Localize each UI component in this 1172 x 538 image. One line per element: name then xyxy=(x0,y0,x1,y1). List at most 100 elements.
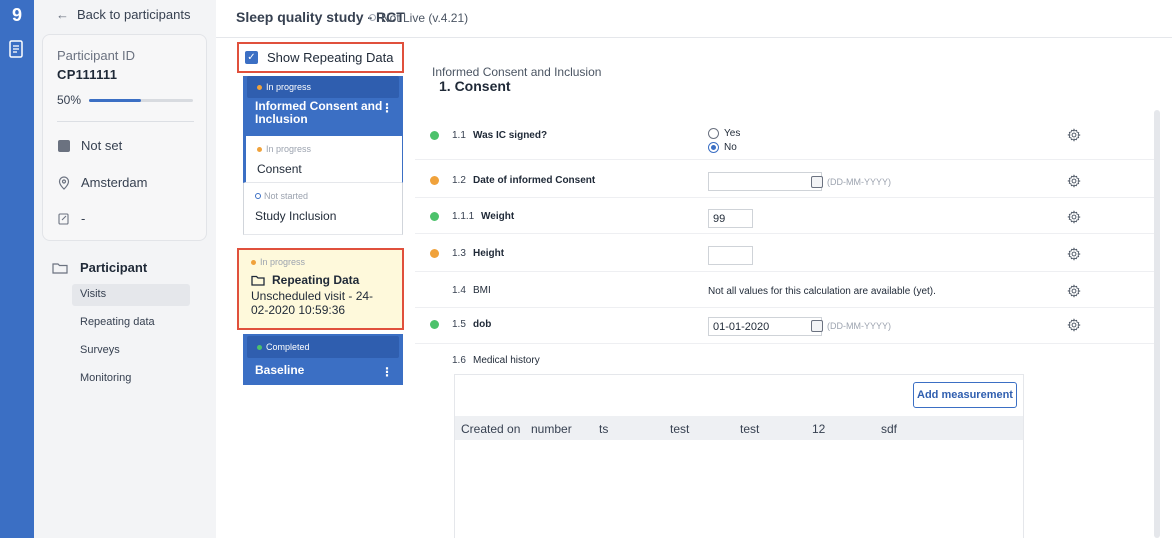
participant-card: Participant ID CP111111 50% Not set Amst… xyxy=(42,34,207,241)
more-options-icon[interactable]: ⋮ xyxy=(381,102,393,115)
field-label: Weight xyxy=(481,211,515,222)
dob-input[interactable]: 01-01-2020 xyxy=(708,317,822,336)
repeating-title-text: Repeating Data xyxy=(272,273,360,287)
gear-icon[interactable] xyxy=(1067,174,1081,188)
date-consent-input[interactable] xyxy=(708,172,822,191)
field-label: BMI xyxy=(473,285,491,296)
nav-item-surveys[interactable]: Surveys xyxy=(72,340,190,362)
status-badge: Completed xyxy=(247,336,399,358)
step-group-informed-consent[interactable]: In progress Informed Consent and Inclusi… xyxy=(243,76,403,136)
step-group-title: Informed Consent and Inclusion ⋮ xyxy=(243,98,403,136)
status-dot-complete xyxy=(430,131,439,140)
status-row[interactable]: Not set xyxy=(57,138,122,153)
step-group-title: Baseline ⋮ xyxy=(243,358,403,396)
radio-no[interactable]: No xyxy=(708,142,737,153)
folder-icon xyxy=(251,275,265,286)
status-text: Not started xyxy=(264,191,309,201)
top-bar: Sleep quality study - RCT Not Live (v.4.… xyxy=(216,0,1172,38)
divider xyxy=(57,121,194,122)
field-label: Medical history xyxy=(473,355,540,366)
field-label: Height xyxy=(473,248,505,259)
field-number: 1.1 xyxy=(452,130,466,141)
repeating-subtitle: Unscheduled visit - 24-02-2020 10:59:36 xyxy=(251,289,374,317)
app-rail: 9 xyxy=(0,0,34,538)
study-status: Not Live (v.4.21) xyxy=(369,11,468,25)
radio-label: No xyxy=(724,142,737,153)
document-icon[interactable] xyxy=(8,40,24,58)
gear-icon[interactable] xyxy=(1067,318,1081,332)
form-section-title: Informed Consent and Inclusion xyxy=(432,65,602,79)
table-header-cell[interactable]: test xyxy=(670,422,689,436)
badge-text: In progress xyxy=(266,82,312,92)
status-badge: Not started xyxy=(255,191,391,201)
field-number: 1.5 xyxy=(452,319,466,330)
folder-icon xyxy=(52,262,68,274)
table-header-cell[interactable]: number xyxy=(531,422,572,436)
site-row[interactable]: Amsterdam xyxy=(57,175,147,190)
back-label: Back to participants xyxy=(77,7,191,22)
radio-checked-icon xyxy=(708,142,719,153)
back-to-participants-link[interactable]: ← Back to participants xyxy=(56,7,190,22)
checkbox-checked-icon[interactable]: ✓ xyxy=(245,51,258,64)
step-study-inclusion[interactable]: Not started Study Inclusion xyxy=(243,183,403,235)
field-label: Date of informed Consent xyxy=(473,175,596,186)
calendar-icon[interactable] xyxy=(811,176,823,188)
add-measurement-button[interactable]: Add measurement xyxy=(913,382,1017,408)
note-row[interactable]: - xyxy=(57,211,85,226)
step-name: Consent xyxy=(257,162,302,176)
table-header-cell[interactable]: test xyxy=(740,422,759,436)
nav-item-monitoring[interactable]: Monitoring xyxy=(72,368,190,390)
site-text: Amsterdam xyxy=(81,175,148,190)
medical-history-table-header: Created on number ts test test 12 sdf xyxy=(455,416,1023,440)
edit-note-icon xyxy=(57,212,71,225)
field-number: 1.2 xyxy=(452,175,466,186)
field-row-weight: 1.1.1 Weight 99 xyxy=(415,198,1159,234)
more-options-icon[interactable]: ⋮ xyxy=(381,366,393,379)
gear-icon[interactable] xyxy=(1067,128,1081,142)
table-header-cell[interactable]: ts xyxy=(599,422,608,436)
height-input[interactable] xyxy=(708,246,753,265)
status-badge: In progress xyxy=(257,144,391,154)
calendar-icon[interactable] xyxy=(811,320,823,332)
radio-unchecked-icon xyxy=(708,128,719,139)
group-title-text: Baseline xyxy=(255,363,305,377)
show-repeating-data-toggle[interactable]: ✓ Show Repeating Data xyxy=(237,42,404,73)
field-number: 1.4 xyxy=(452,285,466,296)
participant-id: CP111111 xyxy=(57,67,118,82)
date-format-hint: (DD-MM-YYYY) xyxy=(827,321,891,331)
status-square-icon xyxy=(57,139,71,152)
note-text: - xyxy=(81,211,86,226)
gear-icon[interactable] xyxy=(1067,247,1081,261)
show-repeating-label: Show Repeating Data xyxy=(267,50,394,65)
date-format-hint: (DD-MM-YYYY) xyxy=(827,177,891,187)
status-ring-icon xyxy=(369,14,376,21)
nav-item-repeating-data[interactable]: Repeating data xyxy=(72,312,190,334)
radio-yes[interactable]: Yes xyxy=(708,128,740,139)
table-header-cell[interactable]: sdf xyxy=(881,422,897,436)
status-badge: In progress xyxy=(251,257,390,267)
step-group-baseline[interactable]: Completed Baseline ⋮ xyxy=(243,334,403,385)
form-title: 1. Consent xyxy=(439,78,511,94)
field-row-dob: 1.5 dob 01-01-2020 (DD-MM-YYYY) xyxy=(415,308,1159,344)
field-row-height: 1.3 Height xyxy=(415,234,1159,272)
app-logo[interactable]: 9 xyxy=(6,4,28,26)
status-dot-incomplete xyxy=(430,249,439,258)
scrollbar[interactable] xyxy=(1154,110,1160,538)
nav-item-visits[interactable]: Visits xyxy=(72,284,190,306)
weight-input[interactable]: 99 xyxy=(708,209,753,228)
status-badge: In progress xyxy=(247,76,399,98)
field-row-date-consent: 1.2 Date of informed Consent (DD-MM-YYYY… xyxy=(415,160,1159,198)
table-header-cell[interactable]: Created on xyxy=(461,422,520,436)
repeating-title: Repeating Data xyxy=(251,273,390,287)
gear-icon[interactable] xyxy=(1067,210,1081,224)
participant-id-label: Participant ID xyxy=(57,48,136,63)
field-number: 1.3 xyxy=(452,248,466,259)
sidebar: ← Back to participants Participant ID CP1… xyxy=(34,0,216,538)
gear-icon[interactable] xyxy=(1067,284,1081,298)
arrow-left-icon: ← xyxy=(56,7,69,22)
step-consent[interactable]: In progress Consent xyxy=(243,136,403,183)
table-header-cell[interactable]: 12 xyxy=(812,422,825,436)
status-text: In progress xyxy=(260,257,306,267)
step-repeating-data[interactable]: In progress Repeating Data Unscheduled v… xyxy=(237,248,404,330)
location-pin-icon xyxy=(57,175,71,190)
